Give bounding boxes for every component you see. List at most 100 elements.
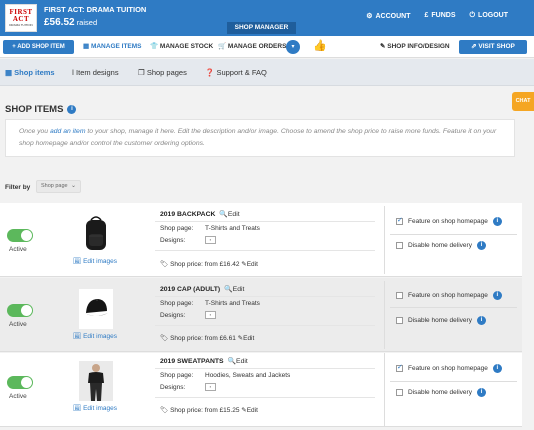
chevron-down-icon: ▾ xyxy=(291,44,295,50)
manage-stock-tab[interactable]: 👕 MANAGE STOCK xyxy=(150,40,213,54)
active-label: Active xyxy=(9,246,27,253)
pound-icon: £ xyxy=(424,12,429,19)
page-description: Once you add an item to your shop, manag… xyxy=(5,119,515,157)
feature-option[interactable]: Feature on shop homepagei xyxy=(396,363,502,373)
shop-logo[interactable]: FIRST ACT DRAMA TUITION xyxy=(5,4,37,32)
shop-item-row: Active 🖼 Edit images 2019 CAP (ADULT) 🔍Ed… xyxy=(0,278,522,352)
account-link[interactable]: ⚙ ACCOUNT xyxy=(366,12,410,20)
info-icon[interactable]: i xyxy=(67,105,77,114)
filter-label: Filter by xyxy=(5,184,31,191)
active-toggle[interactable] xyxy=(7,304,33,317)
edit-name-link[interactable]: 🔍Edit xyxy=(219,211,239,218)
raised-total: £56.52 raised xyxy=(44,17,97,28)
item-name: 2019 CAP (ADULT) 🔍Edit xyxy=(160,286,245,293)
designs-label: Designs: xyxy=(160,384,186,391)
manage-orders-tab[interactable]: 🛒 MANAGE ORDERS xyxy=(218,40,286,54)
active-toggle[interactable] xyxy=(7,376,33,389)
edit-images-link[interactable]: 🖼 Edit images xyxy=(73,332,117,340)
sub-navigation: ▦ Shop items ǀ Item designs ❐ Shop pages… xyxy=(0,59,534,86)
shirt-icon: 👕 xyxy=(150,43,160,50)
divider xyxy=(390,234,517,235)
designs-label: Designs: xyxy=(160,312,186,319)
subnav-shop-pages[interactable]: ❐ Shop pages xyxy=(138,66,187,79)
thumbs-up-icon[interactable]: 👍 xyxy=(313,39,327,53)
info-icon[interactable]: i xyxy=(476,388,486,397)
delivery-checkbox[interactable] xyxy=(396,242,403,249)
subnav-support-faq[interactable]: ❓ Support & FAQ xyxy=(205,66,267,79)
divider xyxy=(390,307,517,308)
delivery-checkbox[interactable] xyxy=(396,389,403,396)
divider xyxy=(155,368,375,369)
design-thumb[interactable]: ▪ xyxy=(205,311,216,319)
info-icon[interactable]: i xyxy=(476,316,486,325)
logout-icon: ⏻ xyxy=(469,12,476,19)
sweatpants-image xyxy=(88,364,104,401)
info-icon[interactable]: i xyxy=(476,241,486,250)
visit-shop-button[interactable]: ⇗ VISIT SHOP xyxy=(459,40,527,54)
info-icon[interactable]: i xyxy=(492,217,502,226)
divider xyxy=(155,397,375,398)
shop-page-label: Shop page: xyxy=(160,372,194,379)
delivery-checkbox[interactable] xyxy=(396,317,403,324)
design-thumb[interactable]: ▪ xyxy=(205,383,216,391)
backpack-image xyxy=(86,216,106,250)
divider xyxy=(384,206,385,274)
item-name: 2019 BACKPACK 🔍Edit xyxy=(160,211,240,218)
feature-checkbox[interactable] xyxy=(396,216,403,225)
info-icon[interactable]: i xyxy=(492,291,502,300)
design-thumb[interactable]: ▪ xyxy=(205,236,216,244)
logo-line3: DRAMA TUITION xyxy=(9,22,33,27)
toggle-knob xyxy=(21,230,32,241)
question-icon: ❓ xyxy=(205,68,217,77)
add-shop-item-button[interactable]: + ADD SHOP ITEM xyxy=(3,40,74,54)
raised-label: raised xyxy=(76,18,98,27)
active-toggle[interactable] xyxy=(7,229,33,242)
edit-name-link[interactable]: 🔍Edit xyxy=(228,358,248,365)
manage-items-tab[interactable]: ▦ MANAGE ITEMS xyxy=(83,40,142,54)
shop-info-design-tab[interactable]: ✎ SHOP INFO/DESIGN xyxy=(380,40,450,54)
designs-label: Designs: xyxy=(160,237,186,244)
pages-icon: ❐ xyxy=(138,68,147,77)
edit-price-link[interactable]: ✎Edit xyxy=(241,261,258,268)
filter-select[interactable]: Shop page ⌄ xyxy=(36,180,81,193)
image-icon: 🖼 xyxy=(73,258,84,265)
delivery-option[interactable]: Disable home delivery i xyxy=(396,388,486,397)
shop-page-label: Shop page: xyxy=(160,300,194,307)
feature-option[interactable]: Feature on shop homepagei xyxy=(396,291,502,300)
edit-name-link[interactable]: 🔍Edit xyxy=(224,286,244,293)
chat-button[interactable]: CHAT xyxy=(512,92,534,111)
subnav-shop-items[interactable]: ▦ Shop items xyxy=(5,66,55,79)
delivery-option[interactable]: Disable home delivery i xyxy=(396,316,486,325)
feature-option[interactable]: Feature on shop homepagei xyxy=(396,216,502,226)
divider xyxy=(155,221,375,222)
orders-dropdown-button[interactable]: ▾ xyxy=(286,40,300,54)
divider xyxy=(390,381,517,382)
edit-price-link[interactable]: ✎Edit xyxy=(241,407,258,414)
image-icon: 🖼 xyxy=(73,333,84,340)
account-links: ⚙ ACCOUNT £ FUNDS ⏻ LOGOUT xyxy=(366,12,508,20)
funds-link[interactable]: £ FUNDS xyxy=(424,12,455,20)
image-icon: 🖼 xyxy=(73,405,84,412)
delivery-option[interactable]: Disable home delivery i xyxy=(396,241,486,250)
shop-title: FIRST ACT: DRAMA TUITION xyxy=(44,5,147,14)
search-icon: 🔍 xyxy=(219,211,228,218)
logout-link[interactable]: ⏻ LOGOUT xyxy=(470,12,509,20)
tag-icon: 🏷 xyxy=(160,261,171,268)
edit-images-link[interactable]: 🖼 Edit images xyxy=(73,404,117,412)
info-icon[interactable]: i xyxy=(492,364,502,373)
tag-icon: 🏷 xyxy=(160,335,171,342)
feature-checkbox[interactable] xyxy=(396,292,403,299)
logo-line2: ACT xyxy=(12,14,30,23)
shop-page-label: Shop page: xyxy=(160,225,194,232)
divider xyxy=(155,325,375,326)
tag-icon: 🏷 xyxy=(160,407,171,414)
divider xyxy=(384,353,385,427)
divider xyxy=(384,281,385,349)
edit-images-link[interactable]: 🖼 Edit images xyxy=(73,257,117,265)
subnav-item-designs[interactable]: ǀ Item designs xyxy=(72,66,119,79)
grid-icon: ▦ xyxy=(5,68,15,77)
add-item-link[interactable]: add an item xyxy=(50,128,86,135)
feature-checkbox[interactable] xyxy=(396,363,403,372)
edit-price-link[interactable]: ✎Edit xyxy=(238,335,255,342)
toggle-knob xyxy=(21,377,32,388)
